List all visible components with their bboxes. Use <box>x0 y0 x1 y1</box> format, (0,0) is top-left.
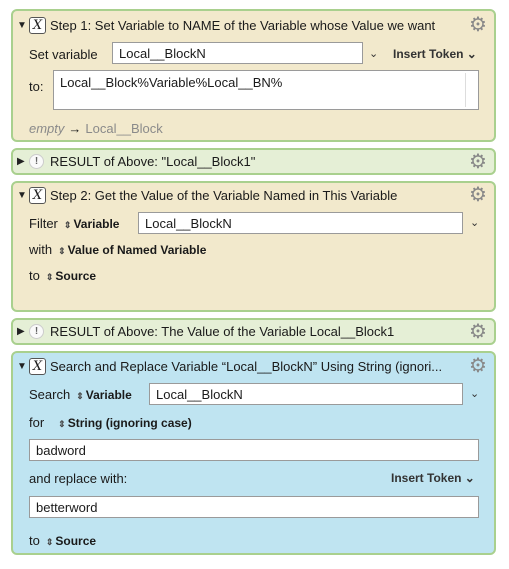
step1-title: Step 1: Set Variable to NAME of the Vari… <box>50 18 436 33</box>
filter-label: Filter <box>29 216 58 231</box>
textarea-scrollbar[interactable] <box>465 73 476 107</box>
gear-icon[interactable]: ⚙ <box>468 322 488 342</box>
preview-value: Local__Block <box>85 121 163 136</box>
to-source-popup[interactable]: ⇕ Source <box>46 534 96 548</box>
with-popup[interactable]: ⇕ Value of Named Variable <box>58 243 206 257</box>
chevron-down-icon[interactable]: ⌄ <box>369 47 378 60</box>
step3-title: Search and Replace Variable “Local__Bloc… <box>50 359 443 374</box>
result1-title: RESULT of Above: "Local__Block1" <box>50 154 256 169</box>
updown-stepper-icon: ⇕ <box>45 271 54 282</box>
insert-token-button[interactable]: Insert Token ⌄ <box>393 47 477 61</box>
x-script-icon: X <box>29 358 46 375</box>
with-label: with <box>29 242 53 257</box>
search-source-popup[interactable]: ⇕ Variable <box>76 388 132 402</box>
gear-icon[interactable]: ⚙ <box>468 15 488 35</box>
step2-action: ▼ X Step 2: Get the Value of the Variabl… <box>11 181 496 312</box>
chevron-down-icon[interactable]: ⌄ <box>470 387 479 400</box>
to-source-popup[interactable]: ⇕ Source <box>46 269 96 283</box>
replace-label: and replace with: <box>29 471 128 486</box>
updown-stepper-icon: ⇕ <box>45 536 54 547</box>
step1-to-textarea[interactable]: Local__Block%Variable%Local__BN% <box>53 70 479 110</box>
triangle-down-icon[interactable]: ▼ <box>17 20 29 31</box>
step3-action: ▼ X Search and Replace Variable “Local__… <box>11 351 496 555</box>
search-label: Search <box>29 387 71 402</box>
filter-source-popup[interactable]: ⇕ Variable <box>64 217 120 231</box>
x-script-icon: X <box>29 17 46 34</box>
exclamation-icon: ! <box>29 154 44 169</box>
replace-text-field[interactable]: betterword <box>29 496 479 518</box>
triangle-down-icon[interactable]: ▼ <box>17 190 29 201</box>
updown-stepper-icon: ⇕ <box>63 219 72 230</box>
result2-title: RESULT of Above: The Value of the Variab… <box>50 324 395 339</box>
x-script-icon: X <box>29 187 46 204</box>
updown-stepper-icon: ⇕ <box>76 390 84 401</box>
gear-icon[interactable]: ⚙ <box>468 356 488 376</box>
exclamation-icon: ! <box>29 324 44 339</box>
step3-variable-field[interactable]: Local__BlockN <box>149 383 463 405</box>
for-label: for <box>29 415 45 430</box>
triangle-right-icon[interactable]: ▶ <box>17 156 29 167</box>
updown-stepper-icon: ⇕ <box>58 418 66 429</box>
chevron-down-icon[interactable]: ⌄ <box>470 216 479 229</box>
to-label: to <box>29 268 40 283</box>
preview-empty: empty <box>29 121 65 136</box>
search-text-field[interactable]: badword <box>29 439 479 461</box>
result2-action[interactable]: ▶ ! RESULT of Above: The Value of the Va… <box>11 318 496 345</box>
step2-title: Step 2: Get the Value of the Variable Na… <box>50 188 398 203</box>
for-popup[interactable]: ⇕ String (ignoring case) <box>58 416 192 430</box>
insert-token-button[interactable]: Insert Token ⌄ <box>391 471 475 485</box>
to-label: to <box>29 533 40 548</box>
result1-action[interactable]: ▶ ! RESULT of Above: "Local__Block1" ⚙ <box>11 148 496 175</box>
gear-icon[interactable]: ⚙ <box>468 152 488 172</box>
gear-icon[interactable]: ⚙ <box>468 185 488 205</box>
step1-action: ▼ X Step 1: Set Variable to NAME of the … <box>11 9 496 142</box>
preview-arrow: → <box>68 121 82 136</box>
set-variable-label: Set variable <box>29 47 98 62</box>
to-label: to: <box>29 79 44 94</box>
step1-variable-field[interactable]: Local__BlockN <box>112 42 363 64</box>
updown-stepper-icon: ⇕ <box>58 245 66 256</box>
step2-variable-field[interactable]: Local__BlockN <box>138 212 463 234</box>
triangle-down-icon[interactable]: ▼ <box>17 361 29 372</box>
triangle-right-icon[interactable]: ▶ <box>17 326 29 337</box>
